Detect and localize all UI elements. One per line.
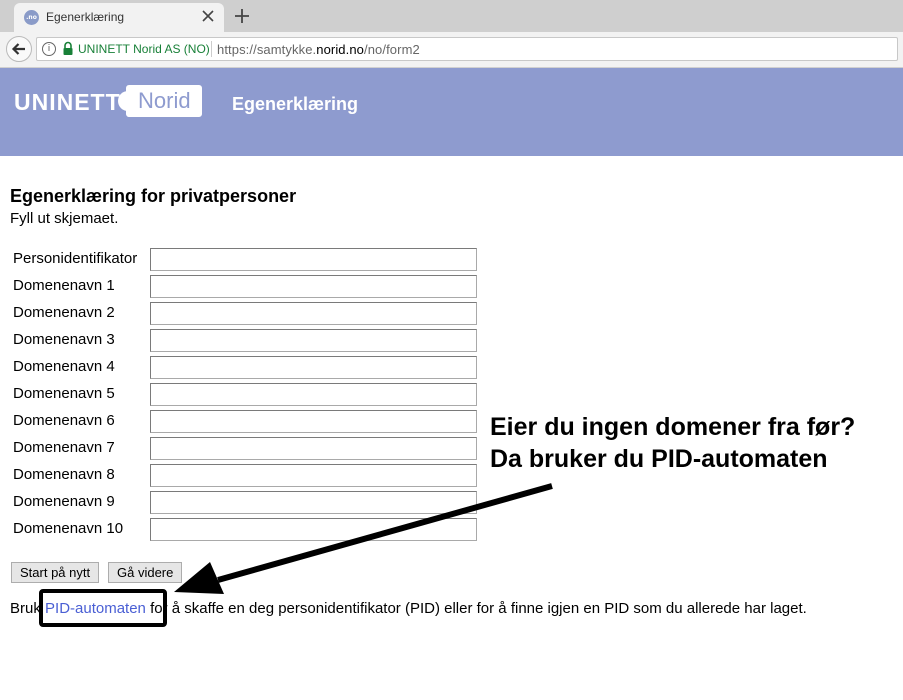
logo-uninett: UNINETT <box>14 89 121 115</box>
domain-field-row: Domenenavn 2 <box>13 302 483 326</box>
header-title: Egenerklæring <box>232 94 359 114</box>
browser-tab[interactable]: .no Egenerklæring <box>14 3 224 32</box>
browser-toolbar: i UNINETT Norid AS (NO) https://samtykke… <box>0 32 903 68</box>
domain-label: Domenenavn 9 <box>13 493 115 510</box>
domain-field-row: Domenenavn 1 <box>13 275 483 299</box>
domain-label: Domenenavn 4 <box>13 358 115 375</box>
domain-input-5[interactable] <box>150 383 477 406</box>
back-arrow-icon <box>11 43 25 55</box>
logo-norid: Norid <box>138 88 191 113</box>
info-icon[interactable]: i <box>42 42 56 56</box>
domain-label: Domenenavn 2 <box>13 304 115 321</box>
pid-label: Personidentifikator <box>13 250 138 267</box>
domain-input-6[interactable] <box>150 410 477 433</box>
domain-input-2[interactable] <box>150 302 477 325</box>
url-path: /no/form2 <box>364 42 420 57</box>
tab-strip: .no Egenerklæring <box>0 0 903 32</box>
url-text[interactable]: https://samtykke.norid.no/no/form2 <box>217 42 420 57</box>
lock-icon <box>63 41 73 55</box>
domain-label: Domenenavn 10 <box>13 520 124 537</box>
url-divider <box>211 41 212 57</box>
domain-label: Domenenavn 3 <box>13 331 115 348</box>
highlight-box <box>39 589 167 627</box>
domain-input-7[interactable] <box>150 437 477 460</box>
annotation-arrow <box>174 483 553 594</box>
tab-title: Egenerklæring <box>46 10 125 24</box>
annotation-line-1: Eier du ingen domener fra før? <box>490 413 856 441</box>
logo-norid-box: Norid <box>126 85 202 117</box>
domain-field-row: Domenenavn 5 <box>13 383 483 407</box>
favicon-icon: .no <box>24 10 39 25</box>
page-subtitle: Fyll ut skjemaet. <box>10 210 119 227</box>
domain-label: Domenenavn 8 <box>13 466 115 483</box>
plus-icon[interactable] <box>232 6 252 26</box>
restart-button[interactable]: Start på nytt <box>11 562 100 583</box>
back-button[interactable] <box>6 36 32 62</box>
domain-field-row: Domenenavn 4 <box>13 356 483 380</box>
close-icon[interactable] <box>200 8 216 24</box>
pid-field-row: Personidentifikator <box>13 248 483 272</box>
domain-input-3[interactable] <box>150 329 477 352</box>
page-title: Egenerklæring for privatpersoner <box>10 186 297 206</box>
annotation-line-2: Da bruker du PID-automaten <box>490 445 828 473</box>
url-prefix: https://samtykke. <box>217 42 317 57</box>
domain-input-4[interactable] <box>150 356 477 379</box>
domain-input-1[interactable] <box>150 275 477 298</box>
domain-label: Domenenavn 7 <box>13 439 115 456</box>
domain-field-row: Domenenavn 3 <box>13 329 483 353</box>
pid-input[interactable] <box>150 248 477 271</box>
url-domain: norid.no <box>316 42 365 57</box>
address-bar[interactable]: i UNINETT Norid AS (NO) https://samtykke… <box>36 37 898 61</box>
domain-field-row: Domenenavn 6 <box>13 410 483 434</box>
domain-label: Domenenavn 1 <box>13 277 115 294</box>
site-header: UNINETT Norid Egenerklæring <box>0 68 903 156</box>
domain-label: Domenenavn 6 <box>13 412 115 429</box>
annotation-callout: Eier du ingen domener fra før? Da bruker… <box>490 411 855 475</box>
site-identity: UNINETT Norid AS (NO) <box>78 42 210 56</box>
domain-label: Domenenavn 5 <box>13 385 115 402</box>
domain-field-row: Domenenavn 7 <box>13 437 483 461</box>
